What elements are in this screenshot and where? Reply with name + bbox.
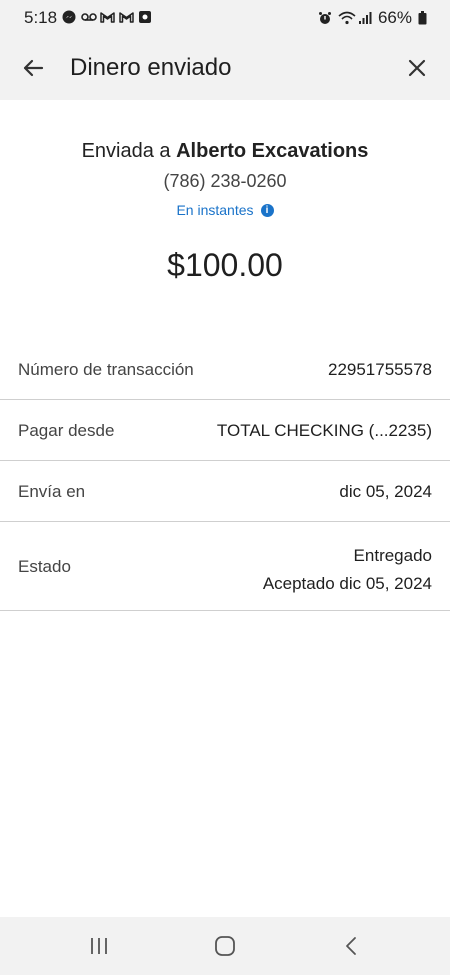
- messenger-icon: [62, 10, 76, 24]
- system-status: 66%: [318, 8, 432, 28]
- page-title: Dinero enviado: [70, 54, 232, 81]
- delivery-speed-label: En instantes: [176, 202, 254, 218]
- detail-row-transaction: Número de transacción 22951755578: [0, 339, 450, 400]
- detail-row-send-on: Envía en dic 05, 2024: [0, 461, 450, 522]
- status-value: Entregado Aceptado dic 05, 2024: [263, 542, 432, 598]
- send-on-label: Envía en: [18, 482, 86, 501]
- send-on-value: dic 05, 2024: [339, 482, 432, 501]
- detail-row-status: Estado Entregado Aceptado dic 05, 2024: [0, 522, 450, 611]
- info-icon[interactable]: i: [260, 203, 274, 217]
- signal-icon: [358, 11, 372, 25]
- detail-row-pay-from: Pagar desde TOTAL CHECKING (...2235): [0, 400, 450, 461]
- voicemail-icon: [81, 10, 97, 24]
- transaction-number-label: Número de transacción: [18, 360, 194, 379]
- home-icon[interactable]: [210, 934, 240, 958]
- status-delivered: Entregado: [353, 546, 432, 565]
- system-navbar: [0, 917, 450, 975]
- gmail-icon: [119, 10, 134, 24]
- status-label: Estado: [18, 557, 71, 576]
- pay-from-label: Pagar desde: [18, 421, 115, 440]
- amount: $100.00: [167, 247, 283, 283]
- back-arrow-icon[interactable]: [18, 53, 48, 83]
- status-time: 5:18: [24, 8, 58, 27]
- notification-icons: [62, 10, 152, 24]
- status-accepted: Aceptado dic 05, 2024: [262, 574, 432, 593]
- gmail-icon: [100, 10, 115, 24]
- delivery-speed: En instantes i: [0, 202, 450, 218]
- recipient-name: Alberto Excavations: [176, 140, 369, 162]
- close-icon[interactable]: [402, 53, 432, 83]
- recipient-phone: (786) 238-0260: [163, 171, 287, 191]
- back-icon[interactable]: [336, 934, 366, 958]
- wifi-icon: [338, 11, 356, 25]
- status-bar: 5:18 66%: [0, 0, 450, 36]
- app-icon: [138, 10, 152, 24]
- sent-to-prefix: Enviada a: [81, 140, 177, 162]
- transaction-number-value: 22951755578: [327, 360, 432, 379]
- alarm-icon: [318, 11, 332, 25]
- recent-apps-icon[interactable]: [84, 934, 114, 958]
- app-header: Dinero enviado: [0, 36, 450, 100]
- transaction-details: Número de transacción 22951755578 Pagar …: [0, 339, 450, 611]
- pay-from-value: TOTAL CHECKING (...2235): [216, 421, 432, 440]
- sent-to-line: Enviada a Alberto Excavations: [0, 140, 450, 163]
- battery-percent: 66%: [377, 8, 412, 27]
- battery-icon: [418, 11, 432, 25]
